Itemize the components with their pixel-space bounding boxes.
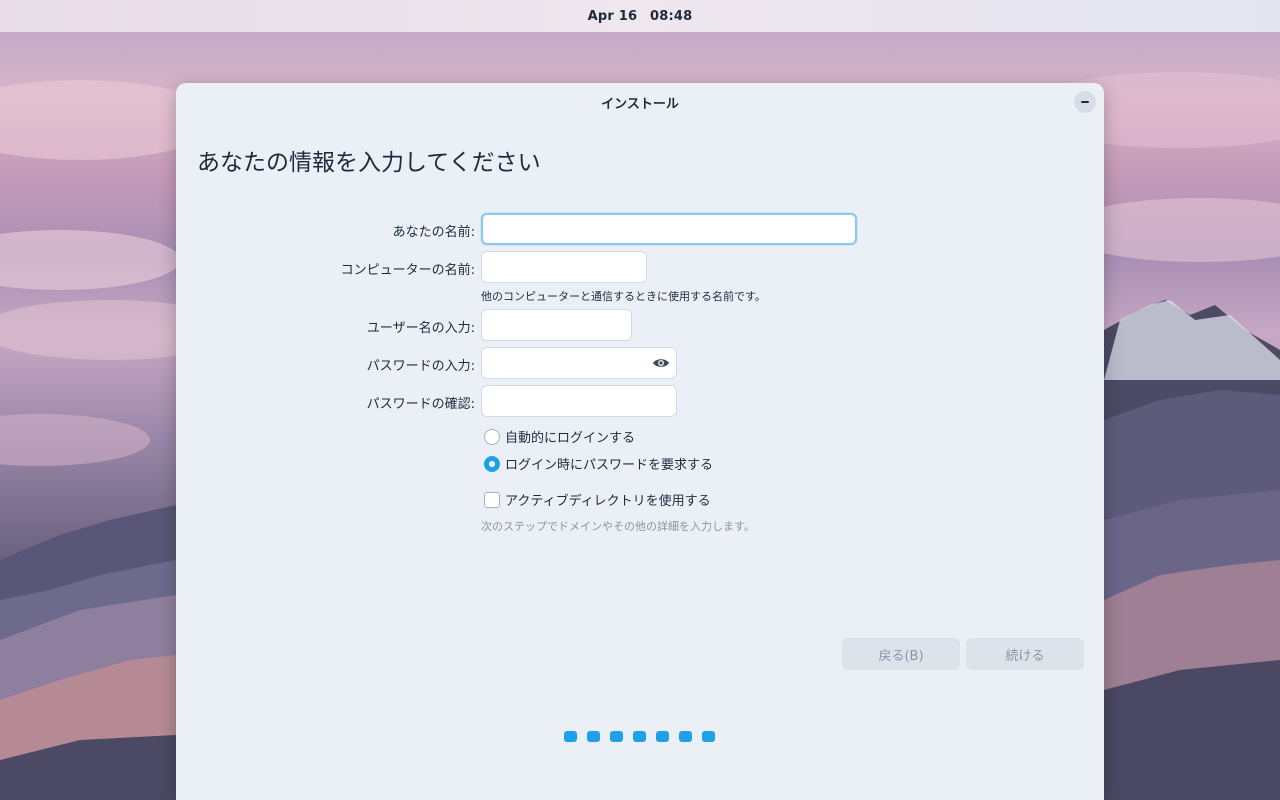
computer-name-label: コンピューターの名前: bbox=[340, 263, 475, 278]
top-bar: Apr 16 08:48 bbox=[0, 0, 1280, 32]
progress-step bbox=[633, 731, 646, 742]
progress-step bbox=[702, 731, 715, 742]
password-input[interactable] bbox=[481, 347, 677, 379]
continue-button[interactable]: 続ける bbox=[966, 638, 1084, 670]
progress-step bbox=[679, 731, 692, 742]
name-input[interactable] bbox=[481, 213, 857, 245]
auto-login-label: 自動的にログインする bbox=[505, 431, 636, 446]
minimize-button[interactable] bbox=[1074, 91, 1096, 113]
computer-name-hint: 他のコンピューターと通信するときに使用する名前です。 bbox=[481, 290, 766, 303]
window-titlebar: インストール bbox=[176, 83, 1104, 121]
require-password-label: ログイン時にパスワードを要求する bbox=[505, 458, 714, 473]
page-heading: あなたの情報を入力してください bbox=[197, 150, 541, 176]
name-label: あなたの名前: bbox=[392, 225, 475, 240]
checkbox-icon bbox=[484, 491, 500, 508]
progress-step bbox=[564, 731, 577, 742]
window-title: インストール bbox=[601, 96, 679, 112]
progress-indicator bbox=[564, 731, 715, 742]
back-button[interactable]: 戻る(B) bbox=[842, 638, 960, 670]
progress-step bbox=[656, 731, 669, 742]
minimize-icon bbox=[1081, 101, 1089, 103]
active-directory-checkbox[interactable]: アクティブディレクトリを使用する bbox=[484, 490, 711, 509]
confirm-password-label: パスワードの確認: bbox=[366, 397, 475, 412]
require-password-radio[interactable]: ログイン時にパスワードを要求する bbox=[484, 454, 713, 473]
confirm-password-input[interactable] bbox=[481, 385, 677, 417]
active-directory-hint: 次のステップでドメインやその他の詳細を入力します。 bbox=[481, 520, 755, 533]
password-label: パスワードの入力: bbox=[366, 359, 475, 374]
progress-step bbox=[587, 731, 600, 742]
installer-window: インストール あなたの情報を入力してください あなたの名前: コンピューターの名… bbox=[176, 83, 1104, 800]
username-input[interactable] bbox=[481, 309, 632, 341]
clock[interactable]: Apr 16 08:48 bbox=[588, 9, 693, 24]
username-label: ユーザー名の入力: bbox=[366, 321, 475, 336]
active-directory-label: アクティブディレクトリを使用する bbox=[505, 494, 711, 509]
radio-unchecked-icon bbox=[484, 428, 500, 445]
progress-step bbox=[610, 731, 623, 742]
clock-date: Apr 16 bbox=[587, 8, 638, 24]
clock-time: 08:48 bbox=[649, 8, 693, 24]
auto-login-radio[interactable]: 自動的にログインする bbox=[484, 427, 635, 446]
radio-checked-icon bbox=[484, 455, 500, 472]
eye-icon[interactable] bbox=[652, 357, 670, 369]
computer-name-input[interactable] bbox=[481, 251, 647, 283]
